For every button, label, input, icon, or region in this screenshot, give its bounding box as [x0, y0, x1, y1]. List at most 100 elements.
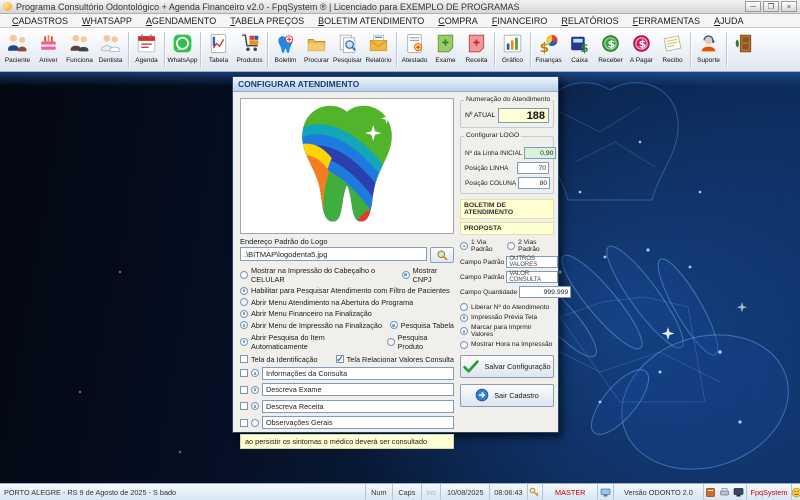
radio-mostrar-celular[interactable] — [240, 271, 248, 279]
campo-padrao-2-input[interactable]: VALOR CONSULTA — [506, 271, 558, 283]
toolbar-grafico[interactable]: Gráfico — [497, 29, 528, 70]
support-agent-icon — [696, 31, 721, 56]
toolbar-exame[interactable]: Exame — [430, 29, 461, 70]
checkbox-descreva-receita[interactable] — [240, 402, 248, 410]
menu-whatsapp[interactable]: WHATSAPP — [75, 16, 139, 26]
toolbar-aniver[interactable]: Aniver — [33, 29, 64, 70]
linha-inicial-input[interactable]: 0,90 — [524, 147, 556, 159]
toolbar-suporte[interactable]: Suporte — [693, 29, 724, 70]
menu-agendamento[interactable]: AGENDAMENTO — [139, 16, 223, 26]
toolbar-dentista[interactable]: Dentista — [95, 29, 126, 70]
toolbar-pesquisar[interactable]: Pesquisar — [332, 29, 363, 70]
menu-cadastros[interactable]: CADASTROS — [5, 16, 75, 26]
radio-1-via[interactable] — [460, 242, 468, 250]
toolbar-paciente[interactable]: Paciente — [2, 29, 33, 70]
radio-pesquisa-produto[interactable] — [387, 338, 395, 346]
via-label: 1 Via Padrão — [471, 239, 504, 253]
checkbox-tela-relacionar-valores[interactable] — [336, 355, 344, 363]
toolbar-whatsapp[interactable]: WhatsApp — [167, 29, 198, 70]
radio-pesquisa-tabela[interactable] — [390, 321, 398, 329]
posicao-coluna-label: Posição COLUNA — [465, 180, 516, 187]
close-button[interactable]: × — [781, 1, 797, 12]
campo-quantidade-input[interactable]: 999.999 — [519, 286, 571, 298]
toolbar-boletim[interactable]: Boletim — [270, 29, 301, 70]
status-numlock: Num — [366, 484, 394, 500]
toolbar-receber[interactable]: $ Receber — [595, 29, 626, 70]
salvar-configuracao-button[interactable]: Salvar Configuração — [460, 355, 554, 378]
radio-marcar-imprimir-valores[interactable] — [460, 327, 468, 335]
radio-habilitar-pesquisa-filtro[interactable] — [240, 287, 248, 295]
check-icon — [463, 360, 479, 373]
toolbar-relatorio[interactable]: Relatório — [363, 29, 394, 70]
checkbox-informacoes-consulta[interactable] — [240, 369, 248, 377]
toolbar-receita[interactable]: Receita — [461, 29, 492, 70]
birthday-cake-icon — [36, 31, 61, 56]
toolbar-procurar[interactable]: Procurar — [301, 29, 332, 70]
campo-padrao-1-input[interactable]: OUTROS VALORES — [506, 256, 558, 268]
radio-abrir-pesquisa-item[interactable] — [240, 338, 248, 346]
radio-mostrar-cnpj[interactable] — [402, 271, 410, 279]
toolbar-tabela[interactable]: Tabela — [203, 29, 234, 70]
checkbox-tela-identificacao[interactable] — [240, 355, 248, 363]
radio-observacoes-gerais[interactable] — [251, 419, 259, 427]
radio-liberar-numero[interactable] — [460, 303, 468, 311]
status-date: 10/08/2025 — [441, 484, 490, 500]
receipt-icon — [660, 31, 685, 56]
certificate-icon — [402, 31, 427, 56]
footer-note: ao persistir os sintomas o médico deverá… — [240, 434, 454, 449]
radio-impressao-previa[interactable] — [460, 314, 468, 322]
checkbox-descreva-exame[interactable] — [240, 386, 248, 394]
toolbar-label: Paciente — [5, 57, 30, 64]
toolbar-atestado[interactable]: Atestado — [399, 29, 430, 70]
documents-magnifier-icon — [335, 31, 360, 56]
posicao-linha-input[interactable]: 70 — [517, 162, 549, 174]
menu-ajuda[interactable]: AJUDA — [707, 16, 751, 26]
sair-cadastro-button[interactable]: Sair Cadastro — [460, 384, 554, 407]
campo-padrao-label: Campo Padrão — [460, 259, 504, 266]
toolbar-caixa[interactable]: $ Caixa — [564, 29, 595, 70]
radio-informacoes-consulta[interactable] — [251, 369, 259, 377]
minimize-button[interactable]: ─ — [745, 1, 761, 12]
logo-address-input[interactable]: .\BITMAP\logodenta5.jpg — [240, 247, 427, 261]
finance-pie-dollar-icon: $ — [536, 31, 561, 56]
menu-tabela-precos[interactable]: TABELA PREÇOS — [223, 16, 311, 26]
browse-logo-button[interactable] — [430, 247, 454, 263]
option-label: Tela da Identificação — [251, 355, 318, 364]
menu-compra[interactable]: COMPRA — [431, 16, 485, 26]
menu-boletim-atendimento[interactable]: BOLETIM ATENDIMENTO — [311, 16, 431, 26]
radio-2-vias[interactable] — [507, 242, 515, 250]
receive-money-icon: $ — [598, 31, 623, 56]
magnifier-icon — [436, 249, 449, 262]
toolbar-financas[interactable]: $ Finanças — [533, 29, 564, 70]
descreva-exame-input[interactable]: Descreva Exame — [262, 383, 454, 396]
radio-abrir-menu-impressao[interactable] — [240, 321, 248, 329]
descreva-receita-input[interactable]: Descreva Receita — [262, 400, 454, 413]
keys-icon — [529, 487, 540, 498]
radio-descreva-exame[interactable] — [251, 386, 259, 394]
radio-abrir-menu-financeiro[interactable] — [240, 310, 248, 318]
toolbar-a-pagar[interactable]: $ A Pagar — [626, 29, 657, 70]
radio-mostrar-hora[interactable] — [460, 341, 468, 349]
informacoes-consulta-input[interactable]: Informações da Consulta — [262, 367, 454, 380]
toolbar-recibo[interactable]: Recibo — [657, 29, 688, 70]
calendar-icon — [134, 31, 159, 56]
toolbar-exit[interactable] — [729, 29, 760, 70]
numero-atual-field[interactable]: 188 — [498, 108, 549, 123]
toolbar-funciona[interactable]: Funciona — [64, 29, 95, 70]
toolbar-label: Dentista — [99, 57, 123, 64]
posicao-coluna-input[interactable]: 80 — [518, 177, 550, 189]
status-time: 08:06:43 — [490, 484, 527, 500]
radio-abrir-menu-atendimento[interactable] — [240, 298, 248, 306]
menu-financeiro[interactable]: FINANCEIRO — [485, 16, 555, 26]
observacoes-gerais-input[interactable]: Observações Gerais — [262, 416, 454, 429]
toolbar-agenda[interactable]: Agenda — [131, 29, 162, 70]
toolbar-produtos[interactable]: Produtos — [234, 29, 265, 70]
status-capslock: Caps — [393, 484, 421, 500]
radio-descreva-receita[interactable] — [251, 402, 259, 410]
menu-relatorios[interactable]: RELATÓRIOS — [554, 16, 625, 26]
checkbox-observacoes-gerais[interactable] — [240, 419, 248, 427]
toolbar-label: Caixa — [571, 57, 588, 64]
menu-ferramentas[interactable]: FERRAMENTAS — [626, 16, 707, 26]
print-option-label: Impressão Prévia Tela — [471, 314, 537, 321]
restore-button[interactable]: ❐ — [763, 1, 779, 12]
